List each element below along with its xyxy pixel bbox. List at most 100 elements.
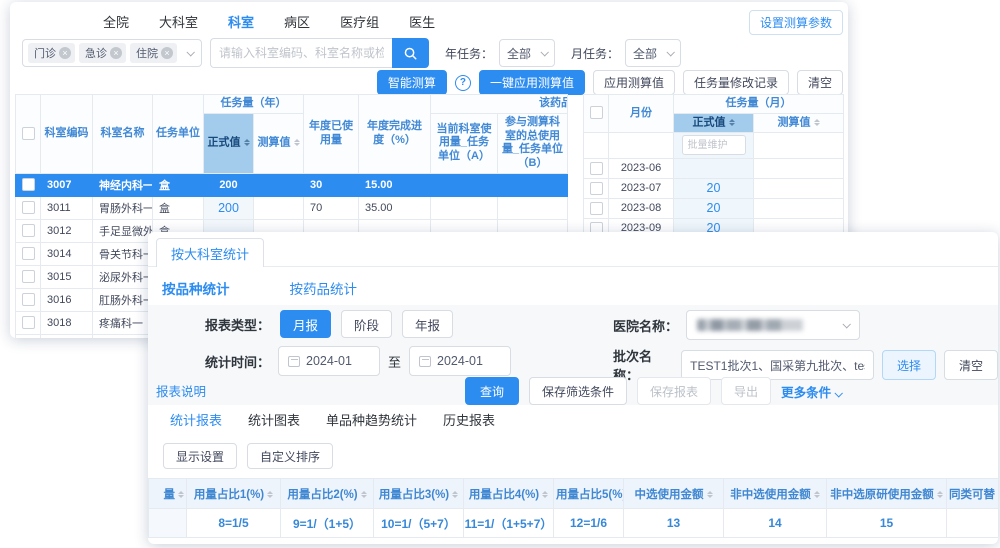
clear-button[interactable]: 清空 <box>797 70 843 95</box>
col-usage-ratio-3[interactable]: 用量占比3(%) <box>374 479 464 509</box>
table-row[interactable]: 2023-0820 <box>584 198 844 218</box>
year-report-button[interactable]: 年报 <box>402 310 453 338</box>
statistics-window: 按大科室统计 按品种统计 按药品统计 报表类型： 月报 阶段 年报 医院名称： … <box>148 232 998 544</box>
hospital-name-label: 医院名称： <box>613 316 678 335</box>
col-selected-amount[interactable]: 中选使用金额 <box>624 479 724 509</box>
help-icon[interactable] <box>455 75 471 91</box>
row-checkbox[interactable] <box>22 293 35 306</box>
year-task-select[interactable]: 全部 <box>499 39 555 67</box>
row-checkbox[interactable] <box>22 201 35 214</box>
col-task-unit: 任务单位 <box>153 95 204 174</box>
row-checkbox[interactable] <box>590 182 603 195</box>
col-estimate-year[interactable]: 测算值 <box>254 113 304 173</box>
search-input[interactable] <box>210 38 392 68</box>
month-select-all-checkbox[interactable] <box>590 106 603 119</box>
col-usage[interactable]: 量 <box>149 479 187 509</box>
sort-icon <box>294 136 300 149</box>
row-checkbox[interactable] <box>22 224 35 237</box>
select-all-checkbox[interactable] <box>22 127 35 140</box>
tag-inpatient-close-icon[interactable] <box>161 47 173 59</box>
col-usage-ratio-2[interactable]: 用量占比2(%) <box>281 479 374 509</box>
hospital-name-redacted <box>697 319 803 331</box>
date-to-input[interactable]: 2024-01 <box>409 346 511 376</box>
custom-sort-button[interactable]: 自定义排序 <box>247 443 333 469</box>
group-drug-usage: 该药品 <box>431 95 568 114</box>
save-report-button[interactable]: 保存报表 <box>637 377 711 405</box>
hospital-select[interactable] <box>686 310 860 340</box>
sort-icon <box>267 488 273 501</box>
col-official-month[interactable]: 正式值 <box>674 113 754 132</box>
table-row[interactable]: 3007神经内科一盒 200 3015.00 <box>16 173 568 196</box>
batch-clear-button[interactable]: 清空 <box>944 350 998 380</box>
save-filter-button[interactable]: 保存筛选条件 <box>529 377 627 405</box>
nav-tab-ward[interactable]: 病区 <box>284 12 310 40</box>
col-current-usage-a: 当前科室使用量_任务单位（A） <box>431 113 498 173</box>
tab-single-variety-trend[interactable]: 单品种趋势统计 <box>326 410 417 429</box>
calendar-icon <box>288 356 300 367</box>
table-row[interactable]: 2023-0720 <box>584 178 844 198</box>
nav-tab-doctor[interactable]: 医生 <box>409 12 435 40</box>
col-estimate-month[interactable]: 测算值 <box>754 113 844 132</box>
nav-tab-major-dept[interactable]: 大科室 <box>159 12 198 40</box>
set-forecast-params-button[interactable]: 设置测算参数 <box>749 10 843 35</box>
tag-outpatient-close-icon[interactable] <box>59 47 71 59</box>
nav-tab-medical-group[interactable]: 医疗组 <box>340 12 379 40</box>
hospital-row: 医院名称： <box>613 310 860 340</box>
col-usage-ratio-4[interactable]: 用量占比4(%) <box>464 479 554 509</box>
batch-maintain-row <box>584 132 844 158</box>
search-button[interactable] <box>392 38 429 68</box>
time-range-row: 统计时间： 2024-01 至 2024-01 <box>205 346 511 376</box>
export-button[interactable]: 导出 <box>721 377 771 405</box>
statistics-table: 量 用量占比1(%) 用量占比2(%) 用量占比3(%) 用量占比4(%) 用量… <box>148 478 998 538</box>
report-type-label: 报表类型： <box>205 315 270 334</box>
col-official-year[interactable]: 正式值 <box>204 113 254 173</box>
tab-history-report[interactable]: 历史报表 <box>443 410 495 429</box>
chevron-down-icon <box>666 48 674 56</box>
batch-select-button[interactable]: 选择 <box>882 350 936 380</box>
row-checkbox[interactable] <box>590 202 603 215</box>
group-task-year: 任务量（年） <box>204 95 304 114</box>
apply-forecast-button[interactable]: 应用测算值 <box>593 70 675 95</box>
nav-tab-whole-hospital[interactable]: 全院 <box>103 12 129 40</box>
table-row[interactable]: 3011胃肠外科一盒 200 7035.00 <box>16 196 568 219</box>
table-action-buttons: 显示设置 自定义排序 <box>163 443 333 469</box>
tag-outpatient: 门诊 <box>28 43 75 63</box>
sort-icon <box>452 488 458 501</box>
display-settings-button[interactable]: 显示设置 <box>163 443 237 469</box>
tab-stat-report[interactable]: 统计报表 <box>170 410 222 429</box>
dept-type-multiselect[interactable]: 门诊 急诊 住院 <box>22 39 202 67</box>
month-task-select[interactable]: 全部 <box>625 39 681 67</box>
stage-report-button[interactable]: 阶段 <box>341 310 392 338</box>
sort-icon <box>814 488 820 501</box>
row-checkbox[interactable] <box>22 247 35 260</box>
result-view-tabs: 统计报表 统计图表 单品种趋势统计 历史报表 <box>170 410 495 429</box>
apply-all-forecast-button[interactable]: 一键应用测算值 <box>479 70 585 95</box>
stat-time-label: 统计时间： <box>205 352 270 371</box>
more-conditions-link[interactable]: 更多条件 <box>781 382 841 401</box>
col-similar-substitutable: 同类可替 <box>947 479 999 509</box>
col-nonselected-original-amount[interactable]: 非中选原研使用金额 <box>827 479 947 509</box>
row-checkbox[interactable] <box>590 162 603 175</box>
col-usage-ratio-5[interactable]: 用量占比5(%) <box>554 479 624 509</box>
batch-maintain-input[interactable] <box>682 135 746 155</box>
col-dept-name: 科室名称 <box>93 95 153 174</box>
row-checkbox[interactable] <box>22 178 35 191</box>
table-row[interactable]: 8=1/5 9=1/（1+5） 10=1/（5+7） 11=1/（1+5+7） … <box>149 509 999 538</box>
tag-emergency-close-icon[interactable] <box>110 47 122 59</box>
tab-stat-chart[interactable]: 统计图表 <box>248 410 300 429</box>
batch-name-input[interactable] <box>681 350 874 380</box>
nav-tab-dept[interactable]: 科室 <box>228 12 254 40</box>
query-button[interactable]: 查询 <box>465 377 519 405</box>
sort-icon <box>244 136 250 149</box>
row-checkbox[interactable] <box>22 316 35 329</box>
col-nonselected-amount[interactable]: 非中选使用金额 <box>724 479 827 509</box>
row-checkbox[interactable] <box>22 270 35 283</box>
report-note-link[interactable]: 报表说明 <box>156 381 206 400</box>
date-from-input[interactable]: 2024-01 <box>278 346 380 376</box>
task-history-button[interactable]: 任务量修改记录 <box>683 70 789 95</box>
tab-major-dept-stats[interactable]: 按大科室统计 <box>156 238 264 267</box>
smart-calc-button[interactable]: 智能测算 <box>377 70 447 95</box>
col-usage-ratio-1[interactable]: 用量占比1(%) <box>187 479 281 509</box>
month-report-button[interactable]: 月报 <box>280 310 331 338</box>
table-row[interactable]: 2023-06 <box>584 158 844 178</box>
